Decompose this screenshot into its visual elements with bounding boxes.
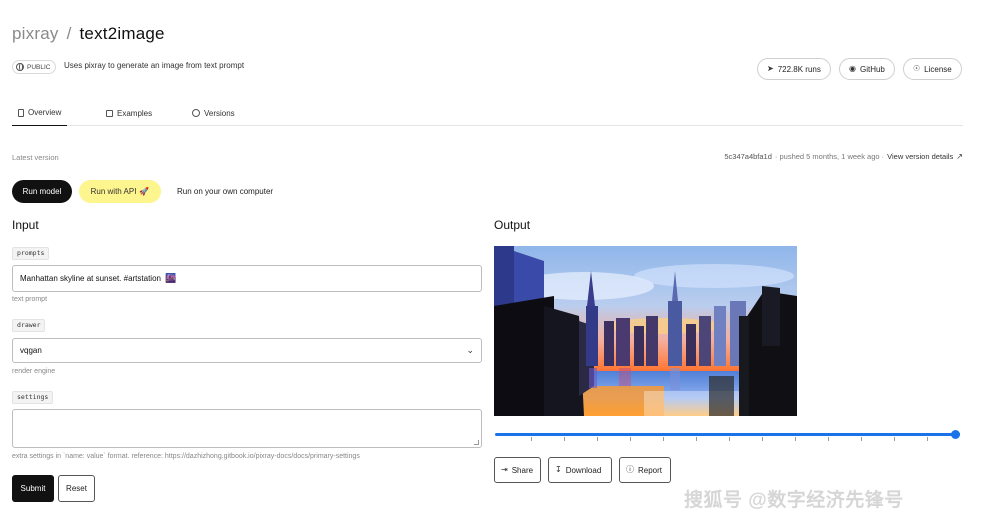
download-label: Download (565, 465, 602, 475)
license-label: License (924, 64, 952, 74)
download-icon: ↧ (555, 465, 562, 474)
drawer-select[interactable]: vqgan ⌄ (12, 338, 482, 363)
run-locally-tab[interactable]: Run on your own computer (177, 187, 273, 196)
model-name: text2image (79, 24, 165, 43)
prompts-value: Manhattan skyline at sunset. #artstation (20, 274, 161, 283)
timeline-thumb[interactable] (951, 430, 960, 439)
timeline-tick (696, 437, 697, 441)
timeline-tick (729, 437, 730, 441)
license-icon: ☉ (913, 64, 921, 73)
timeline-tick (927, 437, 928, 441)
runs-count-button[interactable]: ➤ 722.8K runs (757, 58, 831, 80)
tab-overview-label: Overview (28, 108, 62, 117)
timeline-tick (795, 437, 796, 441)
timeline-tick (828, 437, 829, 441)
tab-examples[interactable]: Examples (100, 100, 158, 126)
latest-version-label: Latest version (12, 153, 59, 162)
report-button[interactable]: ⓘ Report (619, 457, 671, 483)
rocket-icon: ➤ (767, 64, 774, 73)
timeline-tick (663, 437, 664, 441)
image-icon (106, 109, 113, 117)
globe-icon (16, 63, 24, 71)
run-model-tab[interactable]: Run model (12, 180, 72, 203)
version-hash[interactable]: 5c347a4bfa1d (724, 152, 772, 161)
cityscape-emoji-icon: 🌆 (164, 273, 177, 283)
model-description: Uses pixray to generate an image from te… (64, 61, 245, 70)
visibility-badge-label: PUBLIC (27, 63, 51, 71)
drawer-selected-value: vqgan (20, 346, 42, 355)
timeline-tick (861, 437, 862, 441)
timeline-tick (630, 437, 631, 441)
external-link-icon: ↗ (956, 152, 963, 161)
input-heading: Input (12, 218, 39, 232)
timeline-tick (597, 437, 598, 441)
timeline-tick (531, 437, 532, 441)
view-version-link[interactable]: View version details (887, 152, 953, 161)
chevron-down-icon: ⌄ (466, 345, 474, 355)
settings-textarea[interactable] (12, 409, 482, 448)
share-button[interactable]: ⇥ Share (494, 457, 541, 483)
output-timeline-slider[interactable] (495, 430, 960, 442)
rocket-icon: 🚀 (139, 187, 150, 196)
version-pushed: · pushed 5 months, 1 week ago · (774, 152, 885, 161)
version-info: 5c347a4bfa1d · pushed 5 months, 1 week a… (724, 152, 963, 161)
timeline-track (495, 433, 960, 436)
share-icon: ⇥ (501, 465, 508, 474)
drawer-field-label: drawer (12, 319, 46, 332)
github-icon: ◉ (849, 64, 856, 73)
github-label: GitHub (859, 64, 885, 74)
timeline-tick (894, 437, 895, 441)
prompts-hint: text prompt (12, 296, 48, 303)
document-icon (18, 108, 24, 117)
license-button[interactable]: ☉ License (903, 58, 962, 80)
prompts-field-label: prompts (12, 247, 50, 260)
timeline-tick (762, 437, 763, 441)
alert-icon: ⓘ (626, 465, 634, 474)
skyline-painting (494, 246, 797, 416)
timeline-tick (564, 437, 565, 441)
settings-field-label: settings (12, 391, 54, 404)
page-title: pixray / text2image (12, 24, 165, 44)
owner-link[interactable]: pixray (12, 24, 59, 44)
tab-versions-label: Versions (204, 108, 235, 118)
watermark-text: 搜狐号 @数字经济先锋号 (684, 490, 904, 511)
download-button[interactable]: ↧ Download (548, 457, 612, 483)
run-with-api-tab[interactable]: Run with API 🚀 (79, 180, 161, 203)
visibility-badge: PUBLIC (12, 60, 57, 74)
settings-hint: extra settings in `name: value` format. … (12, 453, 360, 460)
output-heading: Output (494, 218, 531, 232)
drawer-hint: render engine (12, 368, 56, 375)
model-tabs: Overview Examples Versions (12, 100, 963, 126)
github-button[interactable]: ◉ GitHub (839, 58, 895, 80)
tab-overview[interactable]: Overview (12, 100, 68, 126)
title-separator: / (66, 24, 72, 43)
runs-count-label: 722.8K runs (777, 64, 821, 74)
output-image[interactable] (494, 246, 797, 416)
reset-button[interactable]: Reset (58, 475, 95, 502)
tab-examples-label: Examples (117, 108, 153, 118)
tab-versions[interactable]: Versions (186, 100, 241, 126)
prompts-input[interactable]: Manhattan skyline at sunset. #artstation… (12, 265, 482, 292)
resize-handle-icon[interactable] (474, 440, 479, 445)
submit-button[interactable]: Submit (12, 475, 54, 502)
share-label: Share (511, 465, 534, 475)
run-with-api-label: Run with API (90, 187, 137, 196)
report-label: Report (638, 465, 663, 475)
history-icon (192, 109, 200, 117)
